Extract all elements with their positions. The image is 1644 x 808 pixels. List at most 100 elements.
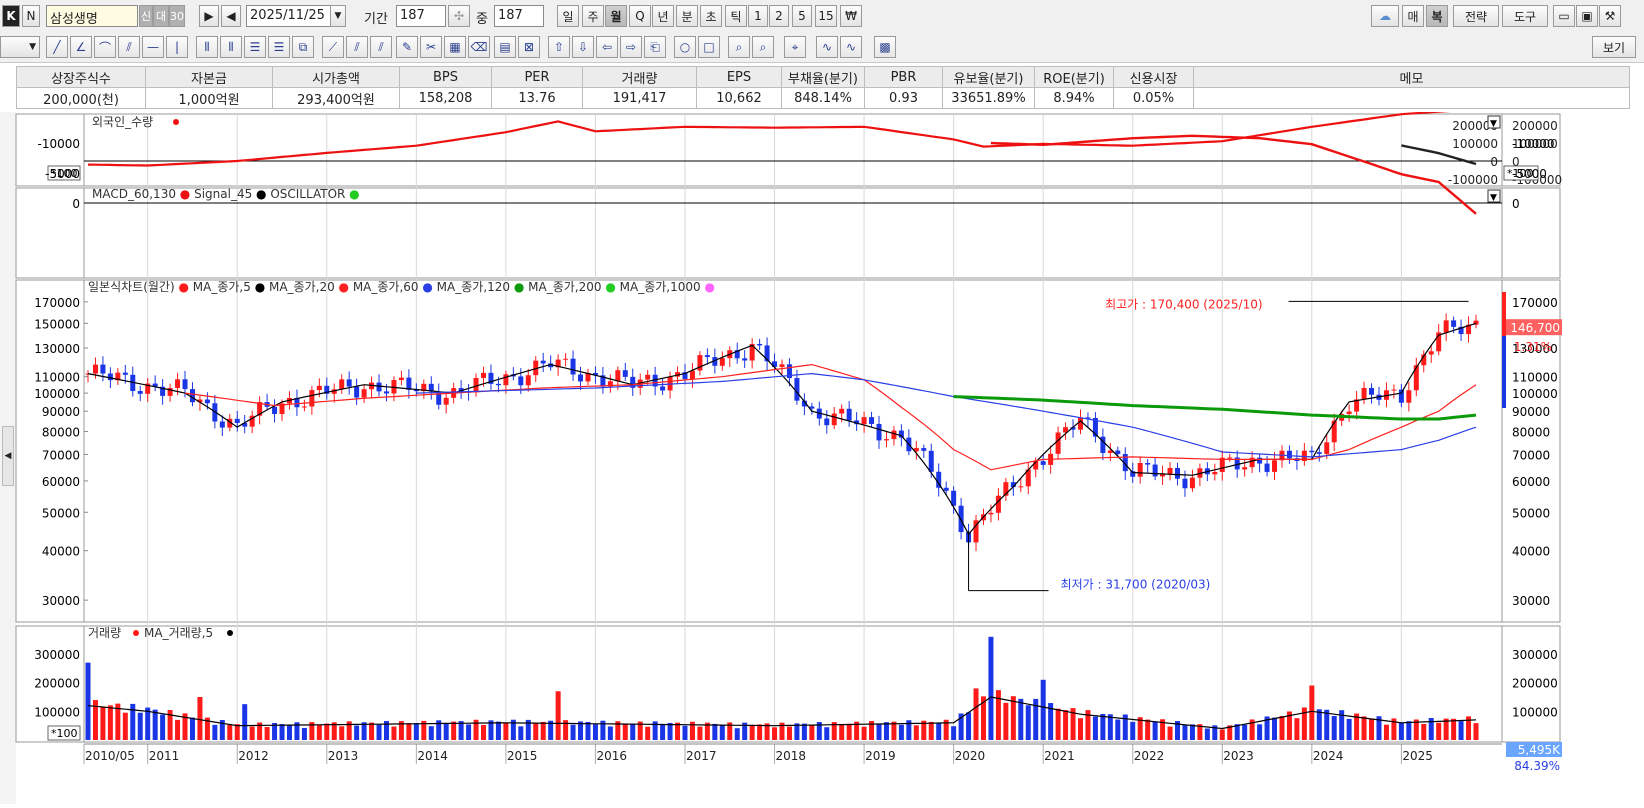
- candle-body-85: [719, 358, 725, 366]
- note-tool-button[interactable]: ▤: [494, 36, 516, 58]
- fib-b-tool-button[interactable]: ⦀: [220, 36, 242, 58]
- cloud-button[interactable]: ☁: [1371, 5, 1399, 27]
- date-input[interactable]: 2025/11/25: [246, 5, 332, 27]
- image-tool-button[interactable]: ▩: [874, 36, 896, 58]
- angle-line-icon: ∠: [75, 40, 87, 54]
- candle-body-125: [1018, 486, 1024, 488]
- tool-select-dropdown[interactable]: ▼: [0, 36, 40, 58]
- period-button-11[interactable]: 15: [815, 5, 837, 27]
- strategy-button[interactable]: 전략: [1453, 5, 1499, 27]
- volume-bar-14: [189, 717, 195, 740]
- mae-button[interactable]: 매: [1402, 5, 1424, 27]
- x-tick-4: 2014: [417, 749, 448, 763]
- save-button[interactable]: ▣: [1576, 5, 1598, 27]
- candle-body-151: [1212, 471, 1218, 475]
- fib-a-tool-button[interactable]: ⦀: [196, 36, 218, 58]
- current-vol: 5,495K: [1518, 743, 1561, 757]
- wrench-button[interactable]: ⚒: [1599, 5, 1621, 27]
- volume-bar-177: [1406, 721, 1412, 740]
- n-button[interactable]: N: [22, 5, 40, 27]
- candle-body-65: [570, 358, 576, 375]
- channel-b-tool-button[interactable]: ⫽: [370, 36, 392, 58]
- candle-body-161: [1286, 450, 1292, 459]
- next-button[interactable]: ▶: [199, 5, 219, 27]
- trendline-tool-button[interactable]: ╱: [46, 36, 68, 58]
- info-header-4: PER: [491, 66, 583, 88]
- period-button-2[interactable]: 월: [605, 5, 627, 27]
- delete-tool-button[interactable]: ⊠: [518, 36, 540, 58]
- date-dropdown[interactable]: ▼: [330, 5, 346, 27]
- candle-body-75: [645, 374, 651, 380]
- folder-button[interactable]: ▭: [1553, 5, 1575, 27]
- rectangle-icon: □: [703, 40, 715, 54]
- volume-bar-55: [495, 721, 501, 740]
- h-line-tool-button[interactable]: —: [142, 36, 164, 58]
- period-button-1[interactable]: 주: [582, 5, 604, 27]
- k-button[interactable]: K: [2, 5, 20, 27]
- wave-b-tool-button[interactable]: ∿: [840, 36, 862, 58]
- view-button[interactable]: 보기: [1592, 36, 1636, 58]
- copy-tool-button[interactable]: ⎗: [644, 36, 666, 58]
- period-button-7[interactable]: 틱: [725, 5, 747, 27]
- right-arrow-tool-button[interactable]: ⇨: [620, 36, 642, 58]
- volume-bar-38: [369, 722, 375, 740]
- dae-button[interactable]: 대: [153, 5, 169, 27]
- period-button-0[interactable]: 일: [557, 5, 579, 27]
- foreign-legend-dot: [173, 119, 179, 125]
- grid-a-tool-button[interactable]: ☰: [244, 36, 266, 58]
- volume-bar-172: [1369, 718, 1375, 740]
- period-spin[interactable]: ✣: [448, 5, 470, 27]
- arc-tool-button[interactable]: ⌒: [94, 36, 116, 58]
- price-left-tick-4: 100000: [34, 387, 80, 401]
- gann-tool-button[interactable]: ⧉: [292, 36, 314, 58]
- period-button-5[interactable]: 분: [676, 5, 698, 27]
- angle-line-tool-button[interactable]: ∠: [70, 36, 92, 58]
- fan-tool-button[interactable]: ⫽: [118, 36, 140, 58]
- v-line-tool-button[interactable]: |: [166, 36, 188, 58]
- x-tick-8: 2018: [776, 749, 807, 763]
- volume-bar-21: [242, 704, 248, 740]
- cross-tool-button[interactable]: ⌖: [784, 36, 806, 58]
- volume-bar-131: [1063, 710, 1069, 740]
- rectangle-tool-button[interactable]: □: [698, 36, 720, 58]
- down-arrow-tool-button[interactable]: ⇩: [572, 36, 594, 58]
- period-button-4[interactable]: 년: [652, 5, 674, 27]
- volume-bar-143: [1152, 721, 1158, 740]
- left-arrow-tool-button[interactable]: ⇦: [596, 36, 618, 58]
- prev-button[interactable]: ◀: [221, 5, 241, 27]
- candle-body-157: [1257, 457, 1263, 464]
- period-button-9[interactable]: 2: [769, 5, 789, 27]
- ma-legend-dot-3: ●: [514, 280, 528, 294]
- pencil-tool-button[interactable]: ✎: [396, 36, 418, 58]
- vol-left-tick-2: 100000: [34, 705, 80, 719]
- period-button-6[interactable]: 초: [700, 5, 722, 27]
- candle-body-35: [346, 379, 352, 387]
- candle-body-121: [988, 512, 994, 515]
- palette-tool-button[interactable]: ▦: [444, 36, 466, 58]
- period-button-12[interactable]: ₩: [840, 5, 862, 27]
- channel-a-tool-button[interactable]: ⫽: [346, 36, 368, 58]
- period-button-8[interactable]: 1: [748, 5, 768, 27]
- period-button-10[interactable]: 5: [792, 5, 812, 27]
- period-input[interactable]: 187: [396, 5, 446, 27]
- stock-name-input[interactable]: 삼성생명: [46, 5, 138, 27]
- circle-tool-button[interactable]: ○: [674, 36, 696, 58]
- price-chart[interactable]: 2010/05 2011 2012 2013 2014 2015 2016 2017 2018 2…: [0, 112, 1644, 808]
- thirty-button[interactable]: 30: [169, 5, 185, 27]
- price-right-tick-5: 90000: [1512, 405, 1550, 419]
- ray-tool-button[interactable]: ⟋: [322, 36, 344, 58]
- up-arrow-tool-button[interactable]: ⇧: [548, 36, 570, 58]
- period-button-3[interactable]: Q: [629, 5, 651, 27]
- info-header-8: PBR: [864, 66, 943, 88]
- zoom-b-tool-button[interactable]: ⌕: [752, 36, 774, 58]
- bok-button[interactable]: 복: [1426, 5, 1448, 27]
- sin-button[interactable]: 신: [139, 5, 153, 27]
- tools-button[interactable]: 도구: [1502, 5, 1548, 27]
- zoom-a-tool-button[interactable]: ⌕: [728, 36, 750, 58]
- jung-input[interactable]: 187: [494, 5, 544, 27]
- erase-all-tool-button[interactable]: ⌫: [468, 36, 490, 58]
- volume-bar-104: [861, 726, 867, 740]
- grid-b-tool-button[interactable]: ☰: [268, 36, 290, 58]
- wave-a-tool-button[interactable]: ∿: [816, 36, 838, 58]
- eraser-tool-button[interactable]: ✂: [420, 36, 442, 58]
